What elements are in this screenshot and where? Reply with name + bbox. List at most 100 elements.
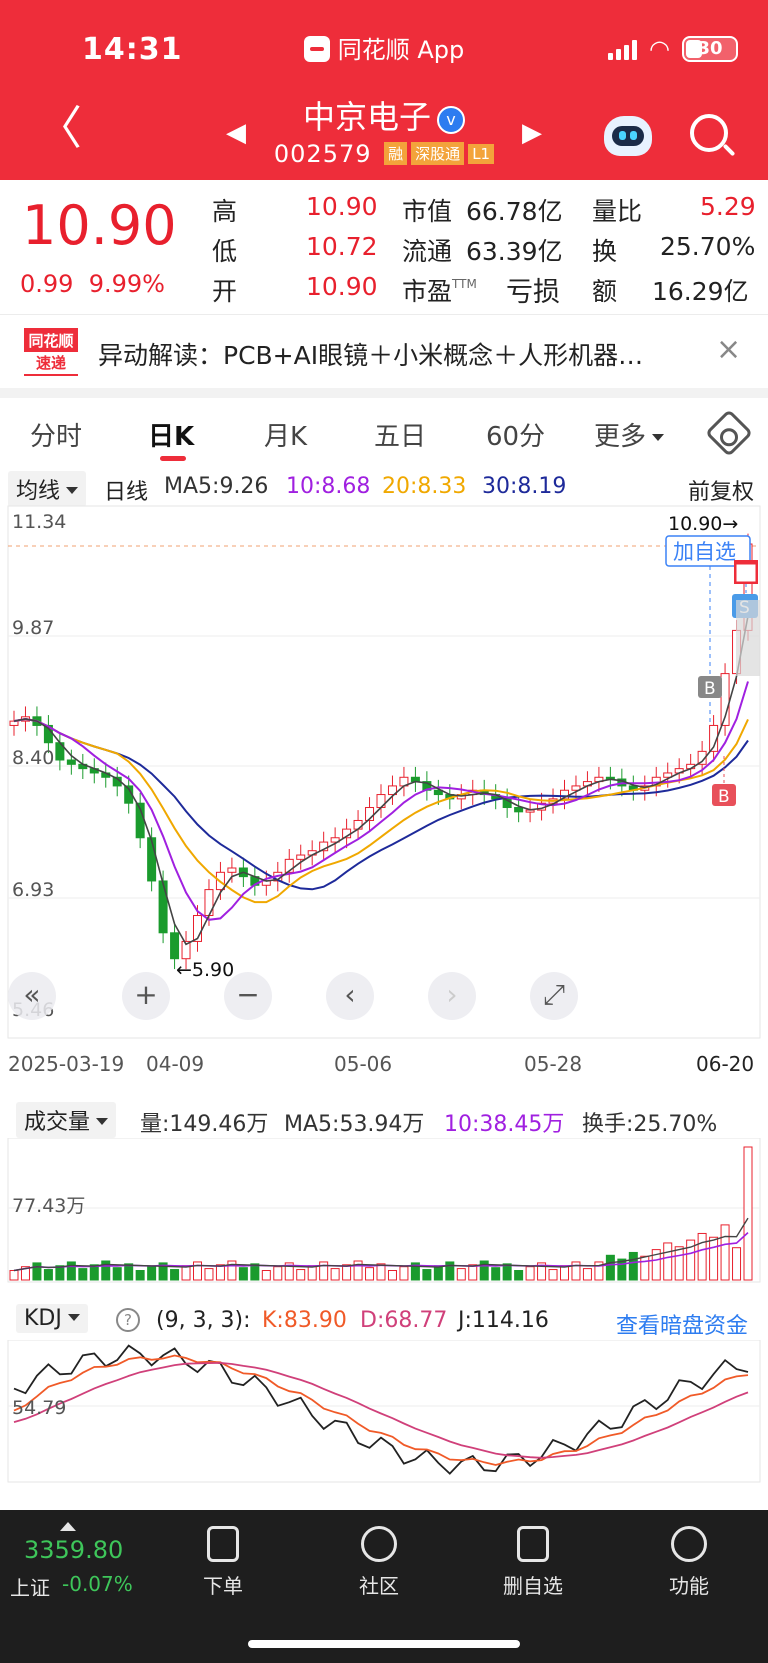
section-gap: [0, 388, 768, 398]
volume-bar: [296, 1269, 306, 1281]
tab-more[interactable]: 更多: [594, 416, 665, 453]
ai-assistant-icon[interactable]: [604, 116, 652, 156]
date-label: 05-28: [524, 1052, 583, 1076]
volume-bar: [181, 1265, 191, 1281]
volume-bar: [422, 1269, 432, 1281]
high-label: 高: [212, 197, 238, 226]
last-price-label: 10.90→: [668, 513, 738, 535]
kline-chart[interactable]: 11.34 9.87 8.40 6.93 5.46 10.90→ 加自选 S B…: [0, 504, 768, 1044]
volume-turnover: 换手:25.70%: [582, 1112, 718, 1137]
tab-five-day[interactable]: 五日: [374, 416, 426, 453]
candle-body: [147, 837, 157, 882]
kdj-d: D:68.77: [360, 1308, 448, 1333]
volume-bar: [238, 1267, 248, 1281]
volume-bar: [468, 1264, 478, 1281]
ma5-value: MA5:9.26: [164, 474, 269, 499]
signal-icon: [608, 38, 638, 60]
expand-up-icon[interactable]: [60, 1522, 76, 1531]
battery-icon: 30: [682, 36, 738, 62]
nav-community[interactable]: 社区: [334, 1526, 424, 1599]
volume-bar: [582, 1268, 592, 1281]
search-icon[interactable]: [690, 114, 728, 152]
volume-legend: 成交量 量:149.46万 MA5:53.94万 10:38.45万 换手:25…: [0, 1102, 768, 1138]
date-label: 05-06: [334, 1052, 393, 1076]
y-axis-label: 6.93: [12, 879, 54, 901]
volume-bar: [376, 1263, 386, 1281]
y-axis-label: 9.87: [12, 617, 54, 639]
volume-bar: [514, 1270, 524, 1281]
index-value[interactable]: 3359.80: [24, 1536, 123, 1564]
close-icon[interactable]: ×: [716, 332, 741, 367]
volume-bar: [628, 1251, 638, 1281]
turnover-label: 换: [592, 237, 618, 266]
candle-body: [353, 819, 363, 830]
volume-bar: [732, 1247, 742, 1281]
volume-bar: [709, 1236, 719, 1281]
volume-value: 量:149.46万: [140, 1112, 269, 1137]
tab-active-indicator: [160, 456, 186, 461]
chart-tabs: 分时 日K 月K 五日 60分 更多: [0, 398, 768, 468]
star-icon: [361, 1526, 397, 1562]
volume-bar: [743, 1146, 753, 1281]
date-label: 04-09: [146, 1052, 205, 1076]
volume-chart[interactable]: 77.43万: [0, 1138, 768, 1284]
minus-box-icon: [517, 1526, 549, 1562]
volume-bar: [560, 1265, 569, 1281]
tab-intraday[interactable]: 分时: [30, 416, 82, 453]
scroll-left-button[interactable]: ‹: [326, 972, 374, 1020]
news-badge: 同花顺 速递: [24, 328, 78, 376]
stock-code-line: 002579 融深股通 L1: [0, 140, 768, 168]
tab-60min[interactable]: 60分: [486, 416, 545, 453]
add-watch-label[interactable]: 加自选: [673, 540, 736, 564]
battery-level: 30: [697, 38, 723, 59]
help-icon[interactable]: ?: [116, 1308, 140, 1332]
ma-selector[interactable]: 均线: [8, 471, 87, 507]
zoom-in-button[interactable]: +: [122, 972, 170, 1020]
volume-bar: [491, 1267, 501, 1281]
candle-body: [514, 807, 524, 813]
wifi-icon: ◠: [649, 35, 670, 63]
volume-bar: [330, 1268, 340, 1281]
volume-bar: [720, 1224, 730, 1281]
volume-bar: [674, 1246, 684, 1281]
scroll-right-button[interactable]: ›: [428, 972, 476, 1020]
volume-bar: [250, 1263, 260, 1281]
nav-order[interactable]: 下单: [178, 1526, 268, 1599]
kdj-params: (9, 3, 3):: [156, 1308, 251, 1333]
indicator-selector[interactable]: KDJ: [16, 1304, 88, 1333]
nav-functions[interactable]: 功能: [644, 1526, 734, 1599]
volume-bar: [147, 1266, 157, 1281]
dark-pool-link[interactable]: 查看暗盘资金: [616, 1308, 748, 1340]
volume-selector[interactable]: 成交量: [16, 1102, 117, 1138]
fullscreen-button[interactable]: ⤢: [530, 972, 578, 1020]
volume-bar: [307, 1265, 317, 1281]
candle-body: [170, 932, 180, 960]
connect-tag: 深股通: [411, 142, 465, 165]
tab-daily-k[interactable]: 日K: [148, 416, 194, 453]
low-value: 10.72: [306, 232, 378, 261]
chevron-down-icon: [66, 487, 79, 494]
ma-period: 日线: [104, 480, 149, 505]
volume-bar: [640, 1255, 650, 1281]
last-price: 10.90: [22, 194, 177, 257]
volume-bar: [135, 1270, 145, 1281]
buy-marker-label: B: [718, 787, 730, 807]
bottom-bar: 3359.80 上证 -0.07% 下单 社区 删自选 功能: [0, 1510, 768, 1663]
index-name: 上证: [10, 1576, 50, 1600]
volume-bar: [124, 1263, 134, 1281]
zoom-out-button[interactable]: −: [224, 972, 272, 1020]
news-text[interactable]: 异动解读：PCB+AI眼镜＋小米概念＋人形机器…: [98, 336, 688, 372]
volume-bar: [273, 1266, 283, 1281]
adjust-mode[interactable]: 前复权: [688, 474, 754, 506]
scroll-start-button[interactable]: «: [8, 972, 56, 1020]
news-strip[interactable]: 同花顺 速递 异动解读：PCB+AI眼镜＋小米概念＋人形机器… ×: [0, 316, 768, 388]
kdj-chart[interactable]: 54.79: [0, 1340, 768, 1484]
nav-remove-watch[interactable]: 删自选: [488, 1526, 578, 1599]
tab-monthly-k[interactable]: 月K: [264, 416, 307, 453]
ma-legend: 均线 日线 MA5:9.26 10:8.68 20:8.33 30:8.19 前…: [0, 470, 768, 507]
volume-bar: [387, 1270, 397, 1281]
next-stock-icon[interactable]: ▶: [522, 118, 542, 148]
volume-bar: [456, 1268, 466, 1281]
volume-bar: [548, 1269, 558, 1281]
volume-bar: [663, 1242, 673, 1281]
